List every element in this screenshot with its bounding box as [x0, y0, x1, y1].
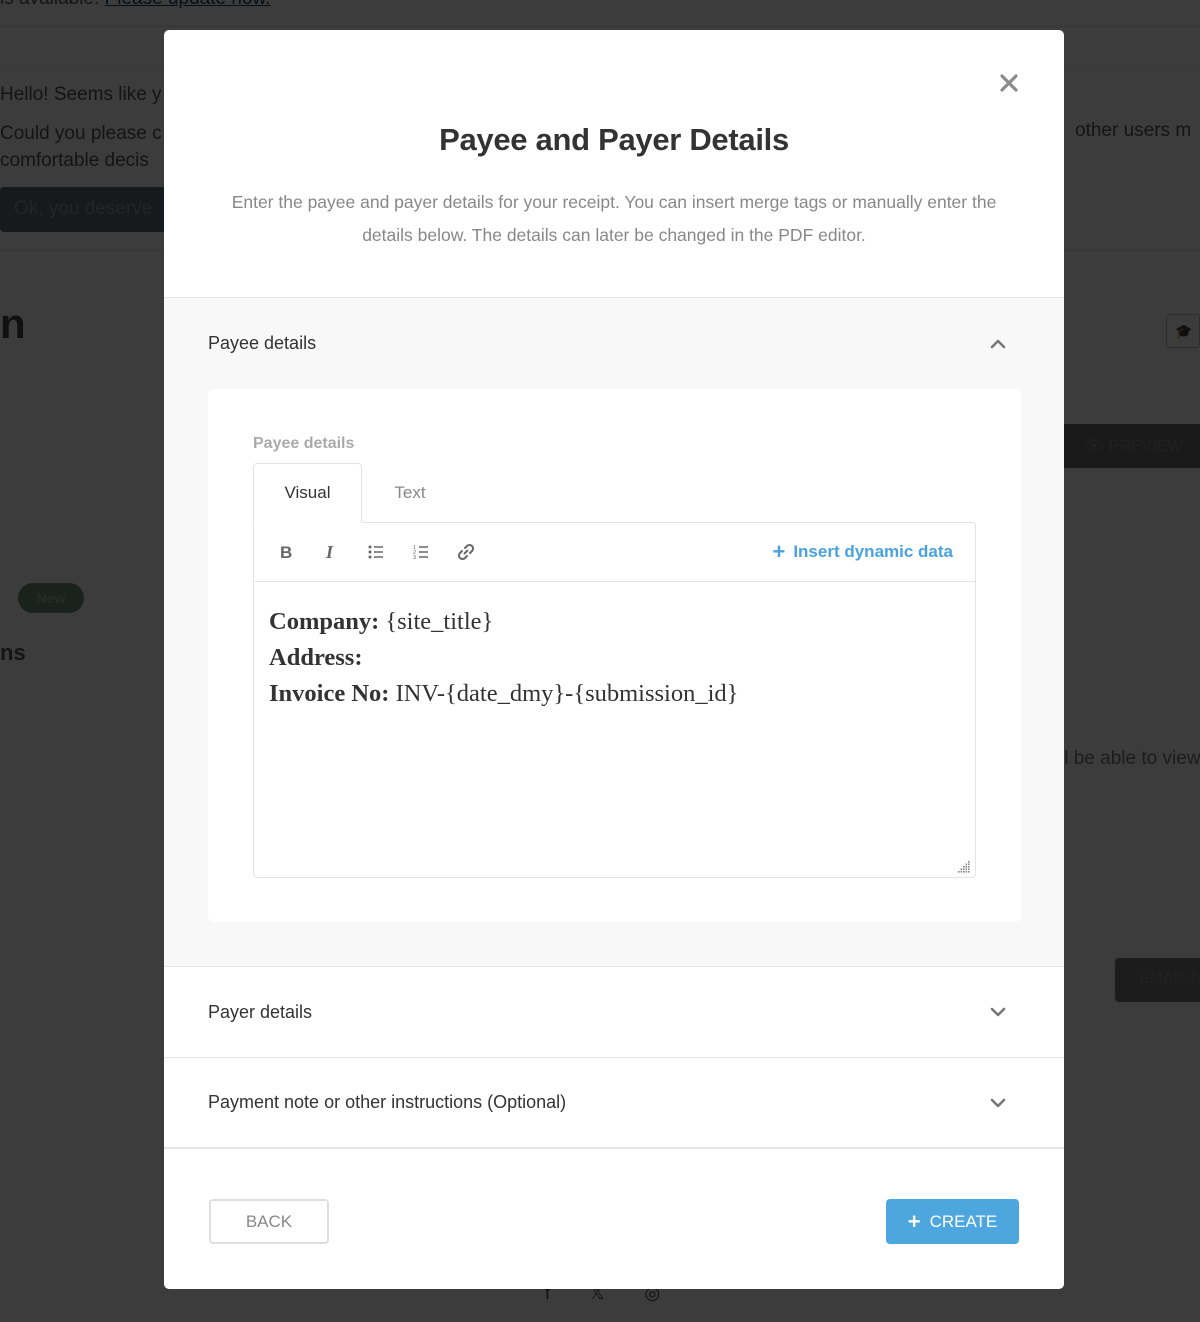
content-label: Address: — [269, 644, 363, 671]
close-button[interactable] — [996, 70, 1022, 96]
chevron-down-icon — [990, 1098, 1006, 1107]
insert-dynamic-data-button[interactable]: + Insert dynamic data — [772, 541, 953, 563]
content-label: Company: — [269, 608, 380, 635]
plus-icon: + — [772, 539, 786, 564]
content-value: INV-{date_dmy}-{submission_id} — [389, 680, 739, 707]
close-icon — [1000, 74, 1018, 92]
create-label: CREATE — [929, 1211, 998, 1231]
accordion-title: Payment note or other instructions (Opti… — [208, 1092, 567, 1112]
accordion-payment-note[interactable]: Payment note or other instructions (Opti… — [164, 1058, 1064, 1149]
payee-payer-modal: Payee and Payer Details Enter the payee … — [164, 30, 1064, 1289]
insert-dynamic-data-label: Insert dynamic data — [793, 542, 953, 561]
tab-visual[interactable]: Visual — [253, 463, 362, 523]
rich-text-editor: B I 1 2 3 + Insert dynamic data Company:… — [253, 522, 976, 878]
link-button[interactable] — [452, 536, 497, 568]
content-label: Invoice No: — [269, 680, 390, 707]
svg-text:3: 3 — [413, 555, 416, 561]
content-line: Company: {site_title} — [269, 604, 960, 640]
chevron-down-icon — [990, 1007, 1006, 1017]
svg-text:B: B — [280, 543, 292, 562]
content-line: Invoice No: INV-{date_dmy}-{submission_i… — [269, 676, 960, 712]
editor-tabs: Visual Text — [253, 463, 976, 523]
back-button[interactable]: BACK — [209, 1199, 329, 1244]
accordion-payee-details: Payee details Payee details Visual Text … — [164, 298, 1064, 967]
bullet-list-button[interactable] — [362, 536, 407, 568]
payee-field-card: Payee details Visual Text B I 1 2 3 + In… — [208, 389, 1021, 922]
bullet-list-icon — [368, 545, 383, 559]
modal-footer: BACK + CREATE — [164, 1154, 1064, 1289]
field-label: Payee details — [253, 435, 355, 452]
numbered-list-icon: 1 2 3 — [413, 545, 428, 561]
link-icon — [457, 543, 475, 561]
editor-toolbar: B I 1 2 3 + Insert dynamic data — [254, 523, 975, 582]
chevron-up-icon — [990, 339, 1006, 348]
accordion-title: Payer details — [208, 1001, 313, 1022]
bold-button[interactable]: B — [272, 536, 317, 568]
svg-text:I: I — [325, 542, 334, 562]
italic-icon: I — [325, 542, 334, 562]
plus-icon: + — [907, 1208, 921, 1234]
bold-icon: B — [280, 543, 292, 562]
content-value: {site_title} — [379, 608, 494, 635]
accordion-payer-details[interactable]: Payer details — [164, 967, 1064, 1058]
modal-header: Payee and Payer Details Enter the payee … — [164, 30, 1064, 298]
editor-content[interactable]: Company: {site_title} Address: Invoice N… — [254, 582, 975, 877]
italic-button[interactable]: I — [317, 536, 362, 568]
tab-text[interactable]: Text — [362, 463, 458, 523]
create-button[interactable]: + CREATE — [886, 1199, 1019, 1244]
accordion-title: Payee details — [208, 333, 317, 353]
accordion-header-payee[interactable]: Payee details — [208, 298, 1021, 389]
numbered-list-button[interactable]: 1 2 3 — [407, 536, 452, 568]
content-line: Address: — [269, 640, 960, 676]
resize-handle-icon[interactable] — [957, 859, 971, 873]
modal-title: Payee and Payer Details — [439, 122, 789, 157]
modal-description: Enter the payee and payer details for yo… — [231, 192, 997, 245]
